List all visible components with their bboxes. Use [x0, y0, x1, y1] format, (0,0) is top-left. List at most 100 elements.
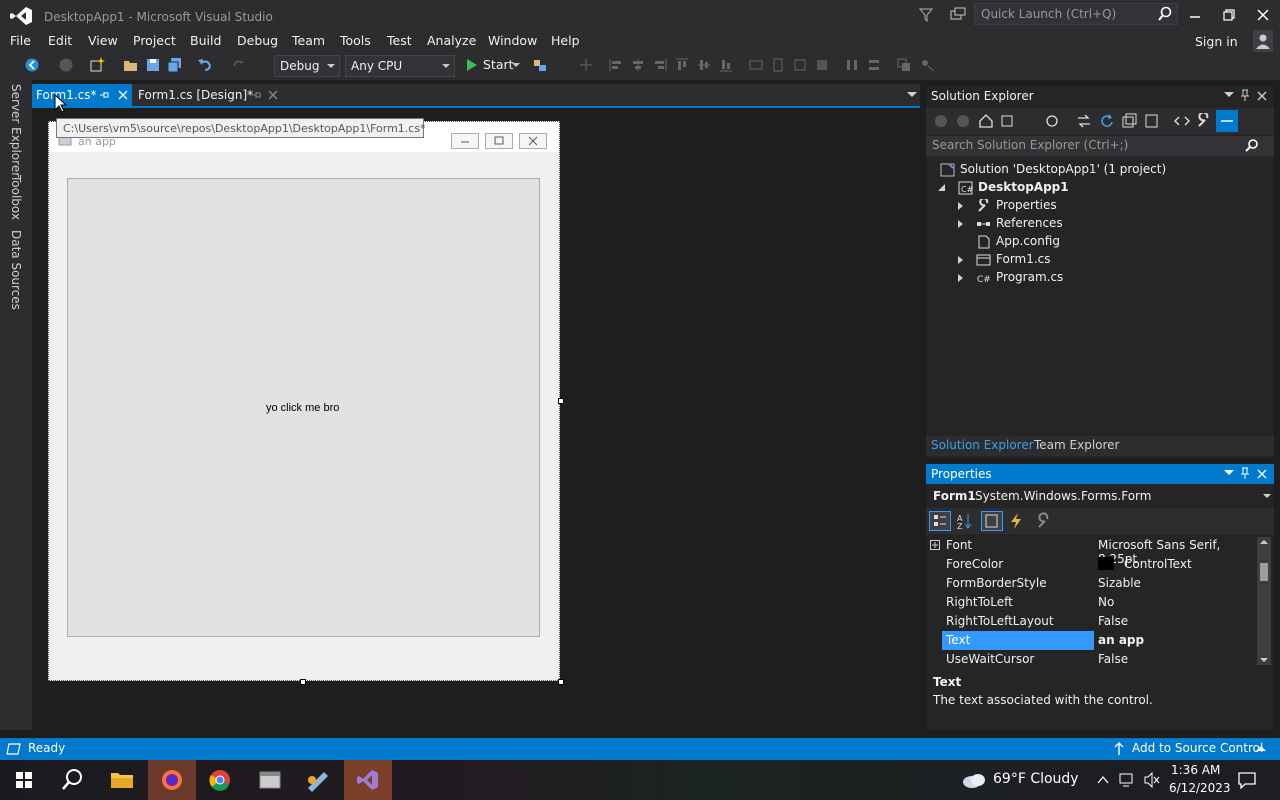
start-button[interactable] — [0, 760, 48, 800]
preview-selected-items-button[interactable] — [1216, 110, 1238, 132]
menu-project[interactable]: Project — [133, 33, 176, 48]
property-row-formborderstyle[interactable]: FormBorderStyle Sizable — [926, 574, 1256, 593]
collapsed-arrow-icon[interactable] — [958, 256, 963, 264]
tab-order-icon — [920, 57, 936, 73]
navigate-forward-icon[interactable] — [58, 57, 74, 73]
collapse-all-icon — [1122, 113, 1137, 128]
property-name: FormBorderStyle — [946, 576, 1047, 590]
solution-platform-dropdown[interactable]: Any CPU — [345, 55, 455, 77]
tree-item-references[interactable]: References — [958, 215, 1176, 233]
tree-item-label: References — [996, 216, 1063, 230]
save-icon[interactable] — [145, 57, 161, 73]
server-explorer-tab[interactable]: Server Explorer — [9, 84, 23, 177]
open-file-icon[interactable] — [123, 57, 139, 73]
collapsed-arrow-icon[interactable] — [958, 202, 963, 210]
categorized-button[interactable] — [929, 511, 951, 531]
view-code-icon — [1174, 116, 1190, 126]
document-tab-strip: Form1.cs* Form1.cs [Design]* — [32, 84, 920, 106]
network-icon[interactable] — [1118, 772, 1136, 788]
align-middles-icon — [696, 57, 712, 73]
feedback-icon[interactable] — [950, 6, 966, 22]
property-value: No — [1098, 595, 1115, 609]
close-icon — [118, 90, 128, 100]
tree-item-form1-cs[interactable]: Form1.cs — [958, 251, 1176, 269]
search-icon[interactable] — [1157, 6, 1173, 22]
quick-launch-input[interactable]: Quick Launch (Ctrl+Q) — [974, 3, 1178, 25]
resize-handle-bottom[interactable] — [300, 679, 306, 685]
tree-item-program-cs[interactable]: C# Program.cs — [958, 269, 1176, 287]
property-row-font[interactable]: Font Microsoft Sans Serif, 8.25pt — [926, 536, 1256, 566]
show-hidden-icons-chevron[interactable] — [1097, 775, 1109, 785]
resize-handle-right[interactable] — [558, 398, 564, 404]
firefox-icon[interactable] — [148, 760, 196, 800]
collapsed-arrow-icon[interactable] — [958, 274, 963, 282]
sign-in-link[interactable]: Sign in — [1195, 34, 1238, 49]
tab-form1-design[interactable]: Form1.cs [Design]* — [134, 84, 284, 106]
menu-test[interactable]: Test — [387, 33, 412, 48]
menu-edit[interactable]: Edit — [48, 33, 72, 48]
object-selector-dropdown[interactable]: Form1 System.Windows.Forms.Form — [926, 486, 1274, 506]
toolbox-tab[interactable]: Toolbox — [9, 175, 23, 220]
new-project-icon[interactable] — [89, 57, 105, 73]
chrome-icon[interactable] — [196, 760, 244, 800]
tree-item-app-config[interactable]: App.config — [976, 233, 1176, 251]
solution-explorer-search-input[interactable]: Search Solution Explorer (Ctrl+;) — [926, 136, 1274, 156]
menu-team[interactable]: Team — [292, 33, 325, 48]
clock-date[interactable]: 6/12/2023 — [1169, 781, 1231, 795]
tree-item-properties[interactable]: Properties — [958, 197, 1176, 215]
property-row-righttoleftlayout[interactable]: RightToLeftLayout False — [926, 612, 1256, 631]
save-all-icon[interactable] — [167, 57, 183, 73]
account-avatar-icon[interactable] — [1253, 30, 1273, 52]
chevron-up-icon — [1256, 746, 1266, 751]
tab-form1-cs[interactable]: Form1.cs* — [32, 84, 132, 106]
volume-muted-icon[interactable] — [1143, 772, 1161, 788]
undo-icon[interactable] — [197, 57, 213, 73]
menu-file[interactable]: File — [10, 33, 31, 48]
resize-handle-corner[interactable] — [558, 679, 564, 685]
property-row-forecolor[interactable]: ForeColor ControlText — [926, 555, 1256, 574]
solution-configuration-dropdown[interactable]: Debug — [274, 55, 340, 77]
left-tool-window-tabs: Server Explorer Toolbox Data Sources — [0, 80, 32, 730]
tab-solution-explorer[interactable]: Solution Explorer — [931, 438, 1034, 452]
visual-studio-taskbar-icon[interactable] — [344, 760, 392, 800]
app-window-icon[interactable] — [246, 760, 294, 800]
properties-scrollbar[interactable] — [1257, 537, 1271, 665]
property-row-usewaitcursor[interactable]: UseWaitCursor False — [926, 650, 1256, 669]
navigate-back-icon[interactable] — [24, 57, 40, 73]
restore-button[interactable] — [1214, 4, 1244, 26]
menu-window[interactable]: Window — [488, 33, 537, 48]
weather-text[interactable]: 69°F Cloudy — [993, 771, 1079, 787]
menu-tools[interactable]: Tools — [340, 33, 371, 48]
close-button[interactable] — [1248, 4, 1278, 26]
menu-view[interactable]: View — [88, 33, 118, 48]
toolbar-layout-icon[interactable] — [532, 57, 548, 73]
paint-app-icon[interactable] — [294, 760, 342, 800]
clock-time[interactable]: 1:36 AM — [1171, 763, 1220, 777]
menu-help[interactable]: Help — [551, 33, 580, 48]
minimize-button[interactable] — [1180, 4, 1210, 26]
project-node[interactable]: C# DesktopApp1 — [938, 179, 1258, 197]
property-row-text[interactable]: Text an app — [926, 631, 1256, 650]
menu-analyze[interactable]: Analyze — [427, 33, 476, 48]
collapsed-arrow-icon[interactable] — [958, 220, 963, 228]
notifications-filter-icon[interactable] — [918, 7, 934, 23]
redo-icon[interactable] — [231, 57, 247, 73]
add-to-source-control-button[interactable]: Add to Source Control — [1132, 741, 1263, 755]
solution-node[interactable]: Solution 'DesktopApp1' (1 project) — [940, 161, 1240, 179]
arrow-up-icon — [1114, 742, 1124, 755]
switch-views-icon — [1001, 115, 1013, 127]
menu-debug[interactable]: Debug — [237, 33, 278, 48]
taskbar-search-icon[interactable] — [48, 760, 96, 800]
property-value[interactable]: an app — [1098, 633, 1144, 647]
data-sources-tab[interactable]: Data Sources — [9, 230, 23, 310]
file-explorer-icon[interactable] — [98, 760, 146, 800]
size-to-grid-icon — [814, 57, 830, 73]
menu-build[interactable]: Build — [190, 33, 221, 48]
property-row-righttoleft[interactable]: RightToLeft No — [926, 593, 1256, 612]
tab-team-explorer[interactable]: Team Explorer — [1034, 438, 1120, 452]
color-swatch — [1098, 557, 1114, 570]
property-value: False — [1098, 614, 1129, 628]
properties-view-button[interactable] — [981, 511, 1003, 531]
forward-icon — [957, 115, 969, 127]
notifications-icon[interactable] — [1237, 771, 1257, 789]
